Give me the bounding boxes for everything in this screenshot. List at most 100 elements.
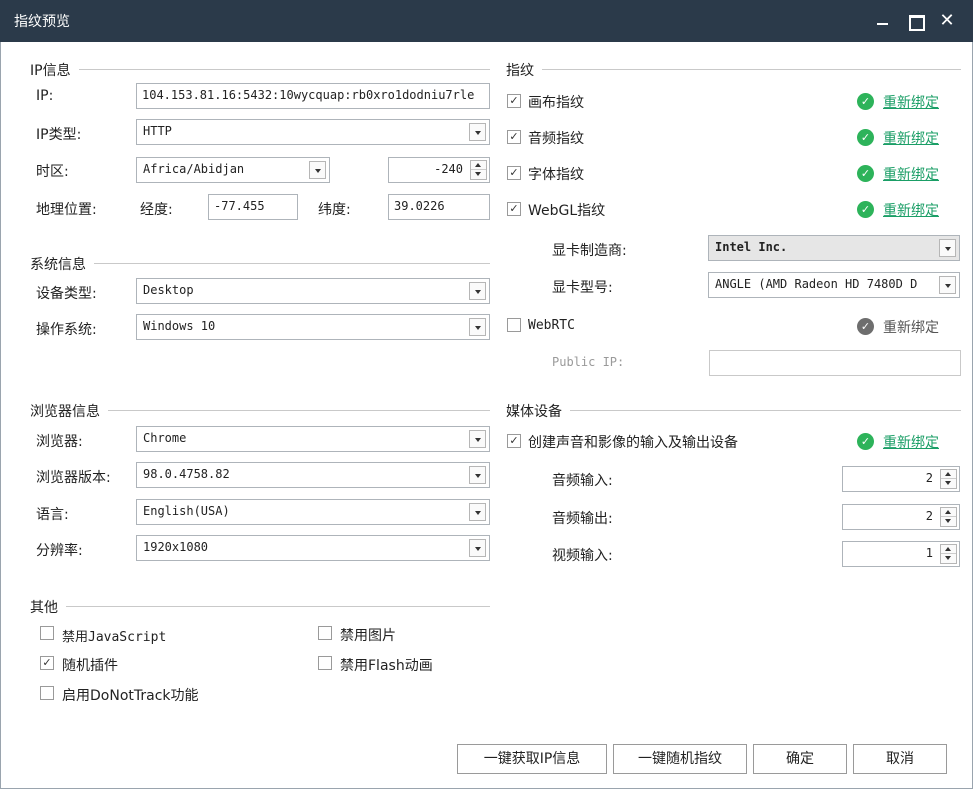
fetch-ip-button[interactable]: 一键获取IP信息 xyxy=(457,744,607,774)
longitude-input[interactable]: -77.455 xyxy=(208,194,298,220)
close-icon[interactable]: ✕ xyxy=(936,10,958,32)
audio-output-stepper[interactable]: 2 xyxy=(842,504,960,530)
public-ip-label: Public IP: xyxy=(552,355,625,369)
canvas-fp-checkbox[interactable] xyxy=(507,94,521,108)
dnt-label: 启用DoNotTrack功能 xyxy=(62,688,199,704)
audio-input-value: 2 xyxy=(925,471,933,485)
audio-input-label: 音频输入: xyxy=(552,473,613,489)
video-input-stepper[interactable]: 1 xyxy=(842,541,960,567)
audio-output-value: 2 xyxy=(925,509,933,523)
disable-images-checkbox[interactable] xyxy=(318,626,332,640)
chevron-down-icon[interactable] xyxy=(469,123,486,141)
font-fp-checkbox[interactable] xyxy=(507,166,521,180)
cancel-button[interactable]: 取消 xyxy=(853,744,947,774)
font-rebind-link[interactable]: 重新绑定 xyxy=(883,164,939,184)
gpu-model-select[interactable]: ANGLE (AMD Radeon HD 7480D D xyxy=(708,272,960,298)
os-label: 操作系统: xyxy=(36,322,97,338)
timezone-offset-value: -240 xyxy=(434,162,463,176)
dialog-body xyxy=(0,42,973,789)
disable-js-checkbox[interactable] xyxy=(40,626,54,640)
stepper-arrows xyxy=(940,544,957,564)
check-circle-icon: ✓ xyxy=(857,129,874,146)
dnt-checkbox[interactable] xyxy=(40,686,54,700)
timezone-label: 时区: xyxy=(36,164,69,180)
arrow-down-icon[interactable] xyxy=(941,554,956,563)
other-section-rule xyxy=(32,606,490,607)
random-fingerprint-button[interactable]: 一键随机指纹 xyxy=(613,744,747,774)
arrow-up-icon[interactable] xyxy=(941,470,956,479)
gpu-model-value: ANGLE (AMD Radeon HD 7480D D xyxy=(715,277,918,291)
chevron-down-icon[interactable] xyxy=(469,466,486,484)
gpu-model-label: 显卡型号: xyxy=(552,280,613,296)
disable-flash-checkbox[interactable] xyxy=(318,656,332,670)
webgl-fp-checkbox[interactable] xyxy=(507,202,521,216)
language-label: 语言: xyxy=(36,507,69,523)
arrow-up-icon[interactable] xyxy=(941,508,956,517)
create-devices-label: 创建声音和影像的输入及输出设备 xyxy=(528,435,738,451)
gpu-vendor-select[interactable]: Intel Inc. xyxy=(708,235,960,261)
public-ip-input[interactable] xyxy=(709,350,961,376)
canvas-rebind-link[interactable]: 重新绑定 xyxy=(883,92,939,112)
chevron-down-icon[interactable] xyxy=(939,239,956,257)
webrtc-checkbox[interactable] xyxy=(507,318,521,332)
chevron-down-icon[interactable] xyxy=(939,276,956,294)
check-circle-icon: ✓ xyxy=(857,318,874,335)
browser-version-select[interactable]: 98.0.4758.82 xyxy=(136,462,490,488)
stepper-arrows xyxy=(940,469,957,489)
create-devices-checkbox[interactable] xyxy=(507,434,521,448)
browser-section-heading: 浏览器信息 xyxy=(30,401,108,421)
device-type-select[interactable]: Desktop xyxy=(136,278,490,304)
device-type-label: 设备类型: xyxy=(36,286,97,302)
browser-version-label: 浏览器版本: xyxy=(36,470,111,486)
chevron-down-icon[interactable] xyxy=(469,430,486,448)
arrow-up-icon[interactable] xyxy=(471,161,486,170)
stepper-arrows xyxy=(940,507,957,527)
fingerprint-section-rule xyxy=(508,69,961,70)
chevron-down-icon[interactable] xyxy=(469,503,486,521)
arrow-down-icon[interactable] xyxy=(941,479,956,488)
language-select[interactable]: English(USA) xyxy=(136,499,490,525)
chevron-down-icon[interactable] xyxy=(469,539,486,557)
ip-type-select[interactable]: HTTP xyxy=(136,119,490,145)
ip-input[interactable]: 104.153.81.16:5432:10wycquap:rb0xro1dodn… xyxy=(136,83,490,109)
media-section-heading: 媒体设备 xyxy=(506,401,570,421)
browser-select[interactable]: Chrome xyxy=(136,426,490,452)
timezone-offset-stepper[interactable]: -240 xyxy=(388,157,490,183)
ok-button[interactable]: 确定 xyxy=(753,744,847,774)
font-fp-label: 字体指纹 xyxy=(528,167,584,183)
browser-value: Chrome xyxy=(143,431,187,445)
resolution-select[interactable]: 1920x1080 xyxy=(136,535,490,561)
ip-type-value: HTTP xyxy=(143,124,172,138)
audio-fp-label: 音频指纹 xyxy=(528,131,584,147)
gpu-vendor-value: Intel Inc. xyxy=(715,240,788,254)
arrow-down-icon[interactable] xyxy=(471,170,486,179)
webrtc-rebind-link[interactable]: 重新绑定 xyxy=(883,317,939,337)
chevron-down-icon[interactable] xyxy=(469,318,486,336)
fingerprint-section-heading: 指纹 xyxy=(506,60,542,80)
random-plugins-label: 随机插件 xyxy=(62,658,118,674)
webgl-rebind-link[interactable]: 重新绑定 xyxy=(883,200,939,220)
ip-section-heading: IP信息 xyxy=(30,60,79,80)
geo-label: 地理位置: xyxy=(36,202,97,218)
gpu-vendor-label: 显卡制造商: xyxy=(552,243,627,259)
resolution-label: 分辨率: xyxy=(36,543,83,559)
media-rebind-link[interactable]: 重新绑定 xyxy=(883,432,939,452)
audio-rebind-link[interactable]: 重新绑定 xyxy=(883,128,939,148)
audio-input-stepper[interactable]: 2 xyxy=(842,466,960,492)
ip-label: IP: xyxy=(36,88,54,104)
os-value: Windows 10 xyxy=(143,319,216,333)
maximize-icon[interactable] xyxy=(904,10,926,32)
chevron-down-icon[interactable] xyxy=(469,282,486,300)
audio-output-label: 音频输出: xyxy=(552,511,613,527)
latitude-input[interactable]: 39.0226 xyxy=(388,194,490,220)
latitude-label: 纬度: xyxy=(318,202,351,218)
timezone-select[interactable]: Africa/Abidjan xyxy=(136,157,330,183)
arrow-down-icon[interactable] xyxy=(941,517,956,526)
arrow-up-icon[interactable] xyxy=(941,545,956,554)
audio-fp-checkbox[interactable] xyxy=(507,130,521,144)
device-type-value: Desktop xyxy=(143,283,194,297)
os-select[interactable]: Windows 10 xyxy=(136,314,490,340)
minimize-icon[interactable] xyxy=(872,10,894,32)
chevron-down-icon[interactable] xyxy=(309,161,326,179)
random-plugins-checkbox[interactable] xyxy=(40,656,54,670)
